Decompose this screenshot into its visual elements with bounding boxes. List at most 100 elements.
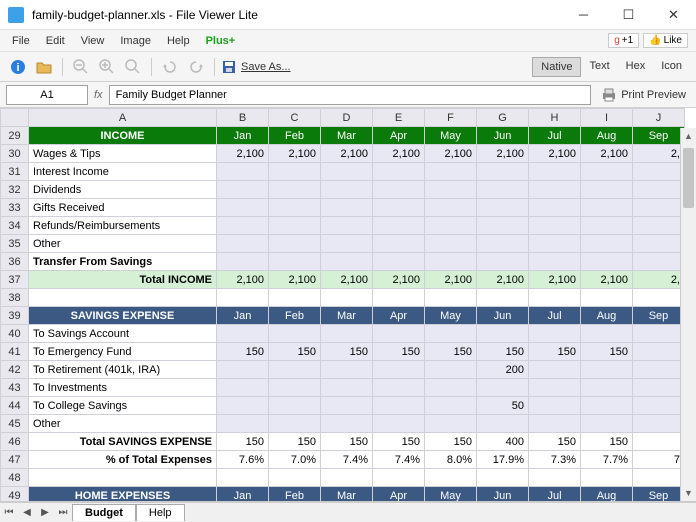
sheet-nav-prev[interactable]: ◀ [18, 507, 36, 518]
row-label[interactable]: Gifts Received [29, 199, 217, 217]
data-cell[interactable] [633, 361, 685, 379]
subtotal-cell[interactable]: 7.6% [217, 451, 269, 469]
total-label[interactable]: Total INCOME [29, 271, 217, 289]
menu-help[interactable]: Help [159, 33, 198, 49]
data-cell[interactable] [633, 253, 685, 271]
data-cell[interactable] [321, 217, 373, 235]
blank-cell[interactable] [373, 469, 425, 487]
data-cell[interactable] [321, 397, 373, 415]
data-cell[interactable] [529, 199, 581, 217]
col-header[interactable]: G [477, 109, 529, 127]
data-cell[interactable] [633, 163, 685, 181]
data-cell[interactable] [425, 361, 477, 379]
total-cell[interactable]: 2,100 [425, 271, 477, 289]
month-header[interactable]: Jul [529, 487, 581, 503]
data-cell[interactable]: 2,100 [477, 145, 529, 163]
subtotal-cell[interactable]: 7.4% [321, 451, 373, 469]
data-cell[interactable]: 2,100 [217, 145, 269, 163]
blank-cell[interactable] [477, 289, 529, 307]
data-cell[interactable] [373, 163, 425, 181]
data-cell[interactable] [321, 253, 373, 271]
row-label[interactable]: Transfer From Savings [29, 253, 217, 271]
data-cell[interactable] [581, 397, 633, 415]
blank-cell[interactable] [581, 469, 633, 487]
data-cell[interactable] [217, 181, 269, 199]
facebook-like-button[interactable]: 👍Like [643, 33, 688, 48]
subtotal-cell[interactable]: 150 [217, 433, 269, 451]
blank-cell[interactable] [269, 469, 321, 487]
row-header[interactable]: 33 [1, 199, 29, 217]
row-header[interactable]: 44 [1, 397, 29, 415]
data-cell[interactable] [217, 235, 269, 253]
row-header[interactable]: 46 [1, 433, 29, 451]
data-cell[interactable] [581, 379, 633, 397]
blank-cell[interactable] [321, 289, 373, 307]
data-cell[interactable] [373, 415, 425, 433]
corner-cell[interactable] [1, 109, 29, 127]
data-cell[interactable] [321, 325, 373, 343]
data-cell[interactable] [269, 217, 321, 235]
data-cell[interactable] [217, 253, 269, 271]
row-header[interactable]: 37 [1, 271, 29, 289]
data-cell[interactable] [425, 181, 477, 199]
data-cell[interactable]: 2,100 [269, 145, 321, 163]
col-header[interactable]: J [633, 109, 685, 127]
data-cell[interactable]: 150 [529, 343, 581, 361]
row-header[interactable]: 45 [1, 415, 29, 433]
row-header[interactable]: 35 [1, 235, 29, 253]
data-cell[interactable] [529, 217, 581, 235]
data-cell[interactable] [633, 235, 685, 253]
viewmode-hex[interactable]: Hex [618, 57, 654, 77]
row-header[interactable]: 48 [1, 469, 29, 487]
data-cell[interactable] [321, 163, 373, 181]
row-header[interactable]: 40 [1, 325, 29, 343]
data-cell[interactable] [581, 181, 633, 199]
total-cell[interactable]: 2,100 [217, 271, 269, 289]
col-header[interactable]: A [29, 109, 217, 127]
subtotal-label[interactable]: % of Total Expenses [29, 451, 217, 469]
print-preview-button[interactable]: Print Preview [597, 87, 690, 103]
data-cell[interactable]: 2,100 [321, 145, 373, 163]
blank-cell[interactable] [633, 289, 685, 307]
sheet-nav-first[interactable]: ⏮ [0, 507, 18, 518]
data-cell[interactable] [477, 199, 529, 217]
col-header[interactable]: E [373, 109, 425, 127]
data-cell[interactable] [581, 361, 633, 379]
subtotal-cell[interactable] [633, 433, 685, 451]
row-header[interactable]: 41 [1, 343, 29, 361]
menu-file[interactable]: File [4, 33, 38, 49]
data-cell[interactable] [425, 253, 477, 271]
total-cell[interactable]: 2,100 [581, 271, 633, 289]
row-header[interactable]: 29 [1, 127, 29, 145]
scroll-thumb[interactable] [683, 148, 694, 208]
row-label[interactable]: To College Savings [29, 397, 217, 415]
data-cell[interactable] [217, 397, 269, 415]
data-cell[interactable] [633, 415, 685, 433]
section-header[interactable]: INCOME [29, 127, 217, 145]
data-cell[interactable] [477, 181, 529, 199]
subtotal-cell[interactable]: 17.9% [477, 451, 529, 469]
data-cell[interactable] [321, 415, 373, 433]
data-cell[interactable]: 2,100 [529, 145, 581, 163]
scroll-down-arrow[interactable]: ▼ [681, 485, 696, 501]
sheet-tab-help[interactable]: Help [136, 504, 185, 521]
month-header[interactable]: Jun [477, 307, 529, 325]
subtotal-cell[interactable]: 7 [633, 451, 685, 469]
data-cell[interactable] [633, 199, 685, 217]
data-cell[interactable] [269, 397, 321, 415]
month-header[interactable]: May [425, 127, 477, 145]
data-cell[interactable] [269, 325, 321, 343]
data-cell[interactable] [529, 361, 581, 379]
data-cell[interactable] [581, 199, 633, 217]
data-cell[interactable] [425, 217, 477, 235]
data-cell[interactable] [425, 199, 477, 217]
data-cell[interactable] [425, 163, 477, 181]
data-cell[interactable] [373, 199, 425, 217]
section-header[interactable]: HOME EXPENSES [29, 487, 217, 503]
data-cell[interactable] [269, 163, 321, 181]
subtotal-cell[interactable]: 8.0% [425, 451, 477, 469]
month-header[interactable]: Jun [477, 127, 529, 145]
data-cell[interactable] [269, 199, 321, 217]
row-label[interactable]: Refunds/Reimbursements [29, 217, 217, 235]
row-label[interactable]: To Emergency Fund [29, 343, 217, 361]
